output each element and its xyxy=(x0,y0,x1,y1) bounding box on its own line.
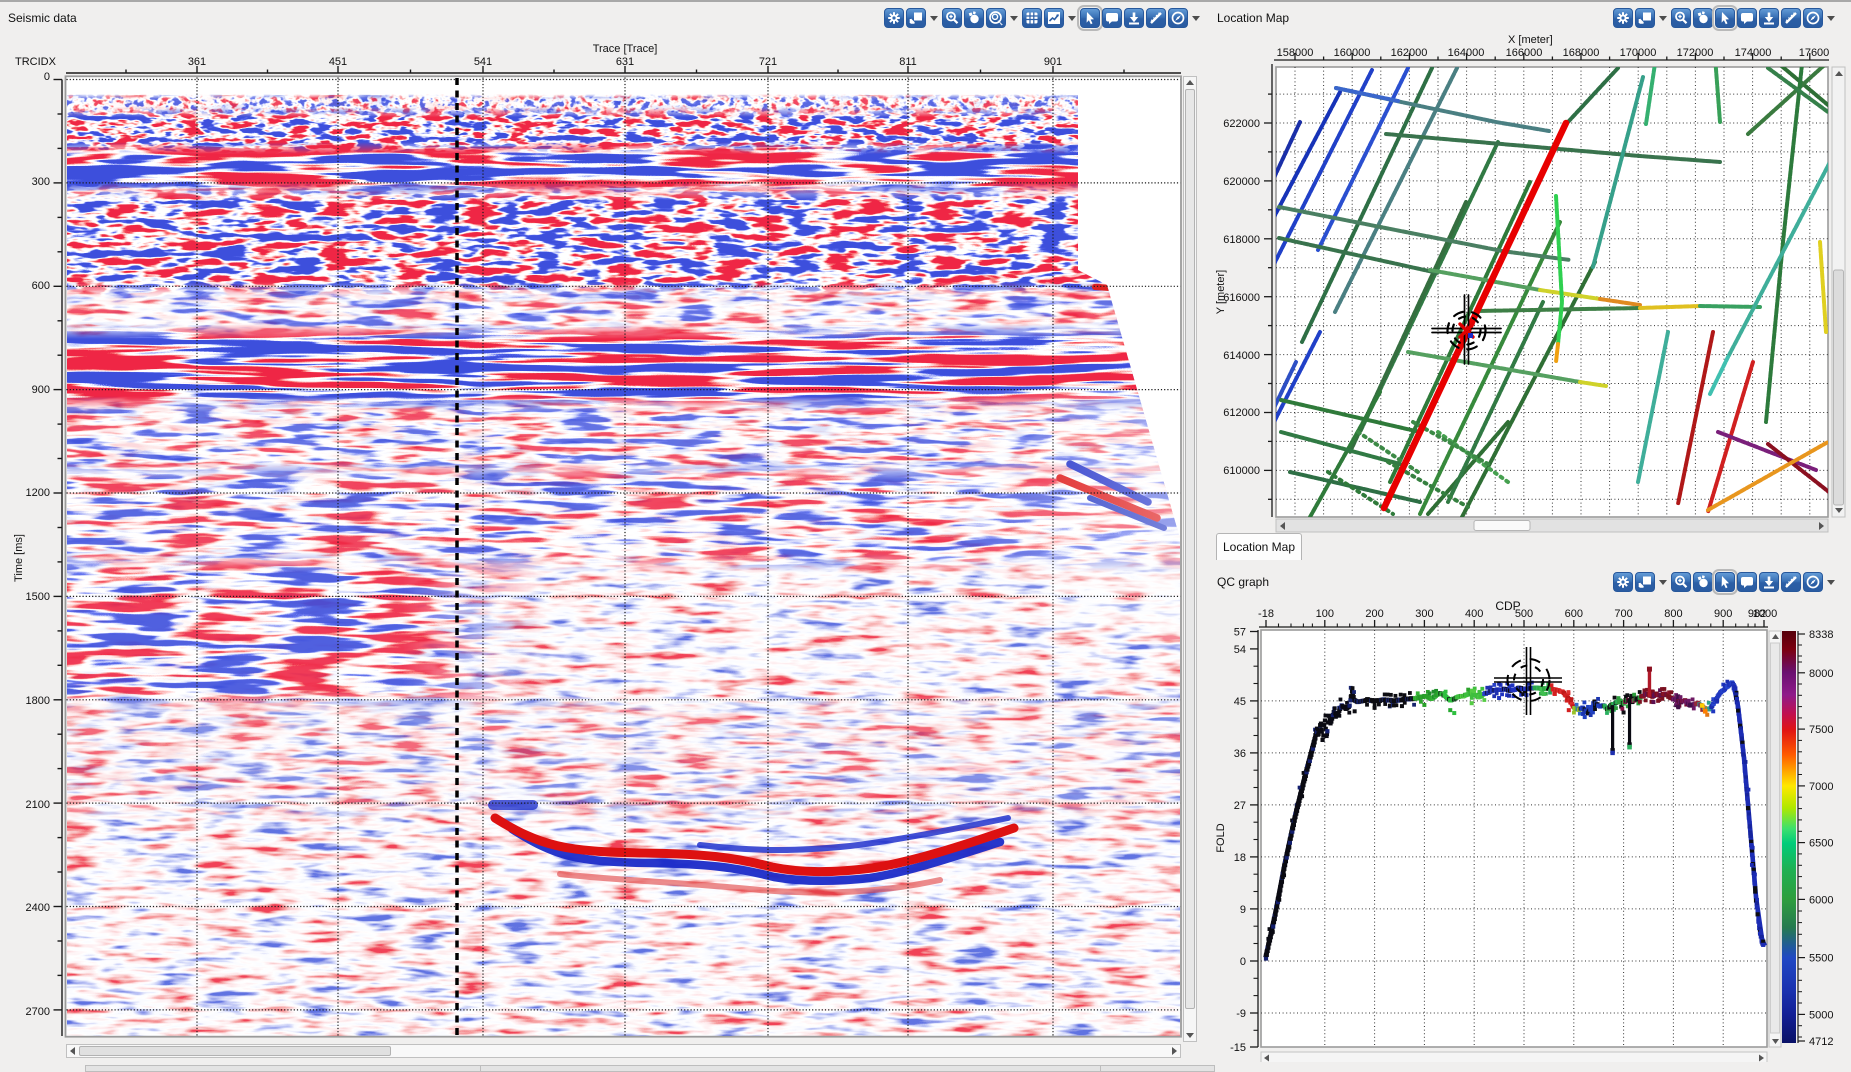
svg-text:18: 18 xyxy=(1234,852,1246,864)
svg-text:168000: 168000 xyxy=(1563,47,1600,59)
svg-text:200: 200 xyxy=(1365,608,1383,620)
svg-text:1000: 1000 xyxy=(1753,608,1777,620)
svg-text:0: 0 xyxy=(1240,956,1246,968)
svg-text:7000: 7000 xyxy=(1809,781,1833,793)
svg-text:6500: 6500 xyxy=(1809,838,1833,850)
svg-text:Y [meter]: Y [meter] xyxy=(1215,270,1227,314)
svg-text:162000: 162000 xyxy=(1391,47,1428,59)
svg-text:FOLD: FOLD xyxy=(1215,823,1227,852)
svg-text:27: 27 xyxy=(1234,800,1246,812)
svg-text:614000: 614000 xyxy=(1223,350,1260,362)
svg-text:158000: 158000 xyxy=(1277,47,1314,59)
svg-text:57: 57 xyxy=(1234,627,1246,639)
svg-text:45: 45 xyxy=(1234,696,1246,708)
svg-text:400: 400 xyxy=(1465,608,1483,620)
svg-text:100: 100 xyxy=(1316,608,1334,620)
svg-text:4712: 4712 xyxy=(1809,1036,1833,1048)
svg-text:172000: 172000 xyxy=(1677,47,1714,59)
svg-text:6000: 6000 xyxy=(1809,894,1833,906)
svg-text:8000: 8000 xyxy=(1809,668,1833,680)
svg-text:-18: -18 xyxy=(1258,608,1274,620)
svg-text:5500: 5500 xyxy=(1809,953,1833,965)
svg-text:166000: 166000 xyxy=(1506,47,1543,59)
svg-text:618000: 618000 xyxy=(1223,234,1260,246)
svg-text:160000: 160000 xyxy=(1334,47,1371,59)
svg-text:17600: 17600 xyxy=(1799,47,1830,59)
svg-text:800: 800 xyxy=(1664,608,1682,620)
svg-text:700: 700 xyxy=(1614,608,1632,620)
svg-text:900: 900 xyxy=(1714,608,1732,620)
svg-text:500: 500 xyxy=(1515,608,1533,620)
svg-text:36: 36 xyxy=(1234,748,1246,760)
svg-text:-15: -15 xyxy=(1230,1042,1246,1054)
svg-text:620000: 620000 xyxy=(1223,176,1260,188)
svg-text:9: 9 xyxy=(1240,904,1246,916)
svg-text:5000: 5000 xyxy=(1809,1009,1833,1021)
svg-text:-9: -9 xyxy=(1236,1008,1246,1020)
svg-text:8338: 8338 xyxy=(1809,629,1833,641)
svg-text:616000: 616000 xyxy=(1223,292,1260,304)
svg-text:300: 300 xyxy=(1415,608,1433,620)
svg-text:7500: 7500 xyxy=(1809,724,1833,736)
svg-text:600: 600 xyxy=(1565,608,1583,620)
svg-text:622000: 622000 xyxy=(1223,118,1260,130)
svg-text:170000: 170000 xyxy=(1620,47,1657,59)
svg-text:610000: 610000 xyxy=(1223,465,1260,477)
svg-text:164000: 164000 xyxy=(1448,47,1485,59)
svg-text:54: 54 xyxy=(1234,644,1246,656)
svg-text:174000: 174000 xyxy=(1735,47,1772,59)
svg-text:612000: 612000 xyxy=(1223,407,1260,419)
